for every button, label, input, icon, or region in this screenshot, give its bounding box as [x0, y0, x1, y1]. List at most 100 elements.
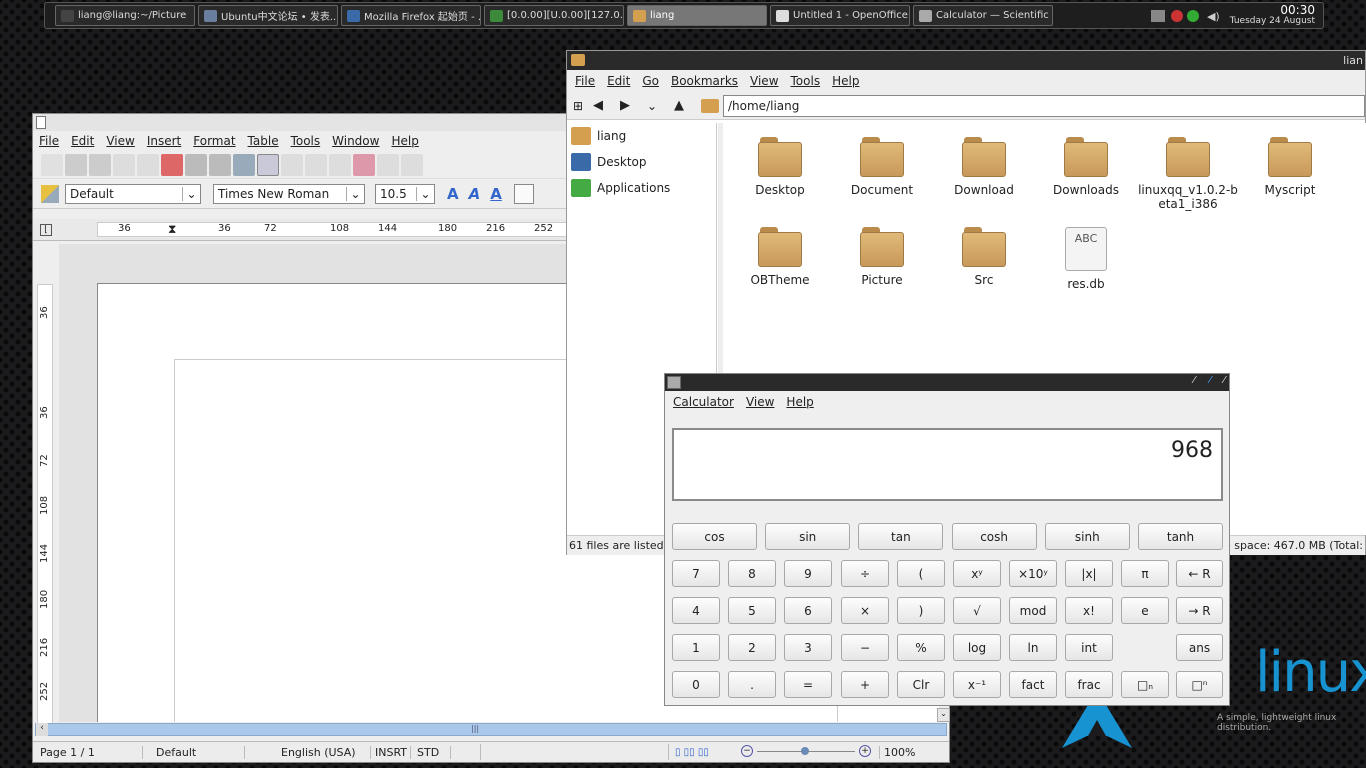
task-6[interactable]: Calculator — Scientific	[913, 5, 1053, 26]
menu-view[interactable]: View	[106, 134, 134, 148]
home-icon[interactable]	[701, 98, 719, 113]
key-item[interactable]: □ₙ	[1121, 671, 1169, 698]
key-log[interactable]: log	[953, 634, 1001, 661]
menu-help[interactable]: Help	[391, 134, 418, 148]
task-2[interactable]: Mozilla Firefox 起始页 - ...	[341, 5, 481, 26]
fm-titlebar[interactable]: lian	[567, 51, 1365, 70]
file-item-myscript[interactable]: Myscript	[1240, 137, 1340, 197]
key-item[interactable]: π	[1121, 560, 1169, 587]
key-4[interactable]: 4	[672, 597, 720, 624]
history-dropdown-icon[interactable]: ⌄	[647, 99, 674, 113]
key-r[interactable]: ← R	[1176, 560, 1223, 587]
align-left-icon[interactable]	[513, 183, 534, 204]
key-item[interactable]: ÷	[841, 560, 889, 587]
key-x[interactable]: x!	[1065, 597, 1113, 624]
key-1[interactable]: 1	[672, 634, 720, 661]
key-e[interactable]: e	[1121, 597, 1169, 624]
task-3[interactable]: [0.0.00][U.0.00][127.0.0.1]	[484, 5, 624, 26]
key-x[interactable]: |x|	[1065, 560, 1113, 587]
key-5[interactable]: 5	[728, 597, 776, 624]
key-item[interactable]: (	[897, 560, 945, 587]
volume-icon[interactable]: ◀)	[1207, 10, 1220, 23]
toggle-sidebar-icon[interactable]: ⊞	[573, 99, 593, 113]
network-icon[interactable]	[1150, 10, 1165, 22]
menu-go[interactable]: Go	[642, 74, 659, 88]
update-icon[interactable]	[1170, 10, 1183, 22]
view-layout-icons[interactable]: ▯ ▯▯ ▯▯	[669, 747, 739, 758]
zoom-thumb[interactable]	[801, 747, 809, 755]
key-sinh[interactable]: sinh	[1044, 523, 1130, 550]
menu-insert[interactable]: Insert	[147, 134, 181, 148]
format-paintbrush-icon[interactable]	[353, 153, 375, 176]
forward-icon[interactable]: ▶	[620, 98, 647, 113]
key-r[interactable]: → R	[1176, 597, 1223, 624]
key-item[interactable]: %	[897, 634, 945, 661]
selection-mode-status[interactable]: STD	[411, 745, 451, 759]
key-tan[interactable]: tan	[858, 523, 944, 550]
file-item-download[interactable]: Download	[934, 137, 1034, 197]
styles-icon[interactable]	[41, 184, 59, 203]
key-clr[interactable]: Clr	[897, 671, 945, 698]
key-int[interactable]: int	[1065, 634, 1113, 661]
key-0[interactable]: 0	[672, 671, 720, 698]
key-item[interactable]: −	[841, 634, 889, 661]
path-input[interactable]: /home/liang	[723, 94, 1365, 117]
paragraph-style-select[interactable]: Default ⌄	[65, 183, 201, 204]
spellcheck-icon[interactable]	[233, 153, 255, 176]
key-10[interactable]: ×10ʸ	[1009, 560, 1057, 587]
key-6[interactable]: 6	[784, 597, 832, 624]
horizontal-scrollbar[interactable]: ‹ |||	[35, 723, 947, 736]
zoom-level[interactable]: 100%	[879, 745, 919, 759]
clock[interactable]: 00:30 Tuesday 24 August	[1230, 4, 1315, 27]
key-sin[interactable]: sin	[765, 523, 851, 550]
indent-marker-icon[interactable]: ⧗	[168, 222, 176, 237]
save-icon[interactable]	[89, 153, 111, 176]
file-item-picture[interactable]: Picture	[832, 227, 932, 287]
back-icon[interactable]: ◀	[593, 98, 620, 113]
key-cos[interactable]: cos	[672, 523, 757, 550]
task-4[interactable]: liang	[627, 5, 767, 26]
key-item[interactable]: √	[953, 597, 1001, 624]
menu-window[interactable]: Window	[332, 134, 379, 148]
insert-mode-status[interactable]: INSRT	[371, 745, 411, 759]
key-fact[interactable]: fact	[1009, 671, 1057, 698]
key-item[interactable]: =	[784, 671, 832, 698]
email-icon[interactable]	[113, 153, 135, 176]
key-8[interactable]: 8	[728, 560, 776, 587]
file-item-obtheme[interactable]: OBTheme	[730, 227, 830, 287]
paste-icon[interactable]	[329, 153, 351, 176]
sync-icon[interactable]	[1186, 10, 1199, 22]
new-document-icon[interactable]	[41, 153, 63, 176]
key-item[interactable]: +	[841, 671, 889, 698]
key-frac[interactable]: frac	[1065, 671, 1113, 698]
task-1[interactable]: Ubuntu中文论坛 • 发表...	[198, 5, 338, 26]
file-item-downloads[interactable]: Downloads	[1036, 137, 1136, 197]
undo-icon[interactable]	[377, 153, 399, 176]
key-ans[interactable]: ans	[1176, 634, 1223, 661]
menu-bookmarks[interactable]: Bookmarks	[671, 74, 738, 88]
language-status[interactable]: English (USA)	[251, 745, 371, 759]
key-x[interactable]: xʸ	[953, 560, 1001, 587]
scroll-left-icon[interactable]: ‹	[36, 723, 48, 736]
menu-table[interactable]: Table	[248, 134, 279, 148]
bold-icon[interactable]: A	[447, 185, 459, 203]
menu-format[interactable]: Format	[193, 134, 235, 148]
font-size-select[interactable]: 10.5 ⌄	[375, 183, 435, 204]
pdf-export-icon[interactable]	[161, 153, 183, 176]
italic-icon[interactable]: A	[469, 185, 481, 203]
zoom-in-icon[interactable]: +	[859, 745, 871, 757]
menu-edit[interactable]: Edit	[71, 134, 94, 148]
up-icon[interactable]: ▲	[674, 98, 701, 113]
underline-icon[interactable]: A	[490, 185, 502, 203]
menu-file[interactable]: File	[39, 134, 59, 148]
menu-tools[interactable]: Tools	[291, 134, 321, 148]
key-item[interactable]: □ⁿ	[1176, 671, 1223, 698]
key-mod[interactable]: mod	[1009, 597, 1057, 624]
place-desktop[interactable]: Desktop	[567, 149, 716, 175]
file-item-linuxqq-v1-0-2-beta1-i386[interactable]: linuxqq_v1.0.2-beta1_i386	[1138, 137, 1238, 211]
key-item[interactable]: )	[897, 597, 945, 624]
place-liang[interactable]: liang	[567, 123, 716, 149]
font-name-select[interactable]: Times New Roman ⌄	[213, 183, 365, 204]
redo-icon[interactable]	[401, 153, 423, 176]
menu-edit[interactable]: Edit	[607, 74, 630, 88]
